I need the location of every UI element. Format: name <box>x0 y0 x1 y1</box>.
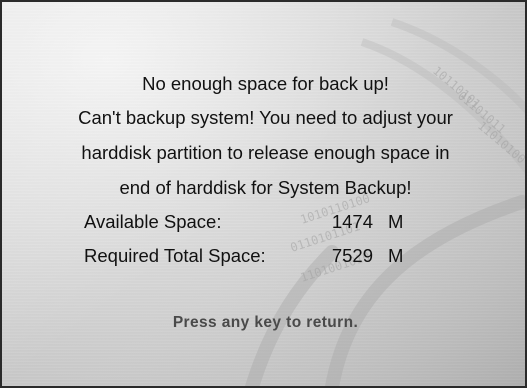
press-any-key-prompt[interactable]: Press any key to return. <box>2 315 525 331</box>
error-message-line-3: end of harddisk for System Backup! <box>119 177 412 198</box>
required-space-unit: M <box>388 245 404 266</box>
error-title: No enough space for back up! <box>142 73 389 94</box>
available-space-label: Available Space: <box>84 211 222 232</box>
available-space-value: 1474 <box>331 211 373 232</box>
required-space-value: 7529 <box>331 245 373 266</box>
required-space-label: Required Total Space: <box>84 245 266 266</box>
available-space-unit: M <box>388 211 404 232</box>
backup-error-screen: 1010110100 0110101101 1101001010 1011010… <box>0 0 527 388</box>
error-message-line-2: harddisk partition to release enough spa… <box>81 142 450 163</box>
error-message-line-1: Can't backup system! You need to adjust … <box>78 107 453 128</box>
